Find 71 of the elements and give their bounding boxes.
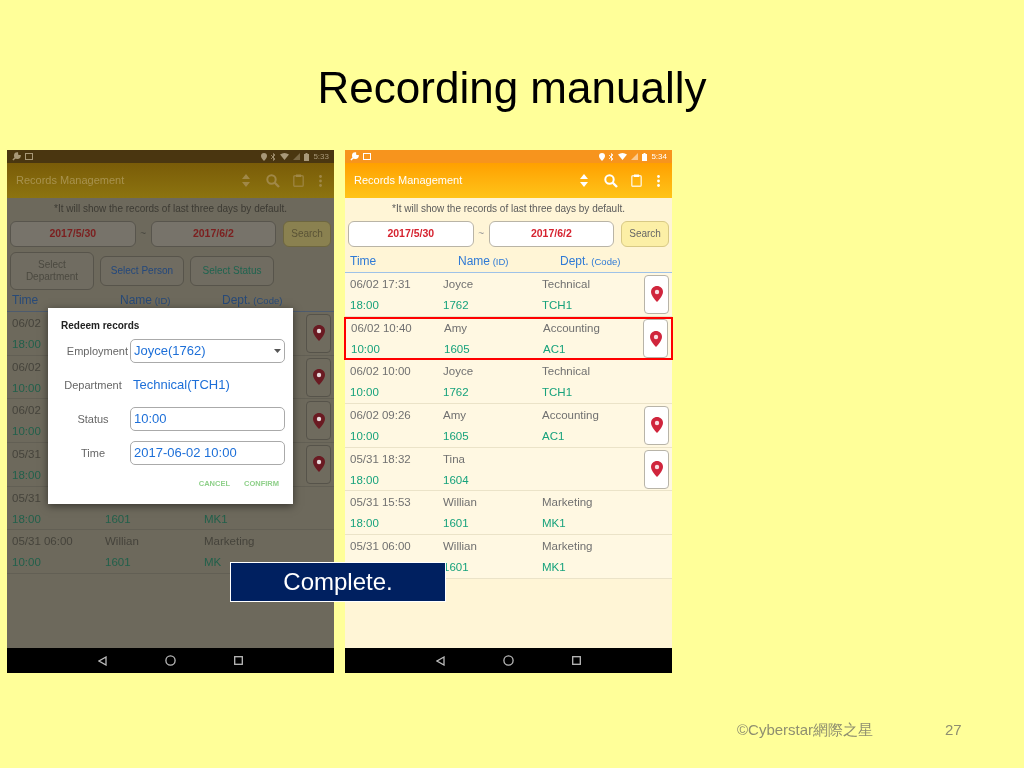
employee-name: Willian <box>443 538 477 553</box>
department-code: MK <box>204 555 222 570</box>
status-time: 10:00 <box>12 424 41 439</box>
status-time: 18:00 <box>12 511 41 526</box>
status-time: 10:00 <box>12 555 41 570</box>
employee-id: 1604 <box>443 472 469 487</box>
status-time: 10:00 <box>350 428 379 443</box>
department-code: AC1 <box>542 428 565 443</box>
app-title: Records Management <box>354 173 464 189</box>
column-header: Time <box>11 292 40 309</box>
employee-name: Joyce <box>443 276 474 291</box>
clock-text: 5:34 <box>651 152 667 161</box>
record-time: 05/31 06:00 <box>350 538 411 553</box>
status-time: 18:00 <box>350 472 379 487</box>
notice-text: *It will show the records of last three days by default. <box>391 203 626 215</box>
department-code: TCH1 <box>542 385 573 400</box>
column-header: Name (ID) <box>119 292 172 309</box>
app-title: Records Management <box>16 173 126 189</box>
department-value: Technical(TCH1) <box>132 376 231 395</box>
record-time: 06/02 09:26 <box>350 407 411 422</box>
record-time: 06/02 10:40 <box>351 321 412 336</box>
record-time: 06/02 17:31 <box>350 276 411 291</box>
department-code: MK1 <box>542 516 566 531</box>
status-time: 18:00 <box>350 516 379 531</box>
status-time: 10:00 <box>350 385 379 400</box>
status-time: 18:00 <box>12 467 41 482</box>
employee-name: Amy <box>444 321 467 336</box>
department-code: MK1 <box>204 511 228 526</box>
column-header: Name (ID) <box>457 253 510 270</box>
department-code: MK1 <box>542 559 566 574</box>
department-name: Accounting <box>543 321 600 336</box>
employee-id: 1601 <box>105 511 131 526</box>
column-header: Time <box>349 253 378 270</box>
department-name: Accounting <box>542 407 599 422</box>
status-time: 10:00 <box>12 380 41 395</box>
status-time: 18:00 <box>350 297 379 312</box>
field-label: Status <box>76 411 110 427</box>
column-header: Dept. (Code) <box>559 253 622 270</box>
employee-id: 1762 <box>443 385 469 400</box>
employee-id: 1601 <box>443 516 469 531</box>
page-number: 27 <box>945 720 962 741</box>
department-name: Marketing <box>542 538 593 553</box>
employee-id: 1605 <box>444 342 470 357</box>
employee-id: 1762 <box>443 297 469 312</box>
column-header: Dept. (Code) <box>221 292 284 309</box>
range-separator: ~ <box>477 227 485 241</box>
department-code: TCH1 <box>542 297 573 312</box>
department-name: Marketing <box>542 495 593 510</box>
employee-name: Joyce <box>443 364 474 379</box>
employee-id: 1605 <box>443 428 469 443</box>
employee-name: Willian <box>443 495 477 510</box>
department-code: AC1 <box>543 342 566 357</box>
slide-title: Recording manually <box>317 62 707 114</box>
clock-text: 5:33 <box>313 152 329 161</box>
dialog-title: Redeem records <box>60 319 141 333</box>
status-time: 18:00 <box>12 336 41 351</box>
record-time: 05/31 15:53 <box>350 495 411 510</box>
complete-toast: Complete. <box>230 562 446 602</box>
field-label: Time <box>79 445 106 461</box>
status-time: 10:00 <box>351 342 380 357</box>
field-label: Employment <box>65 343 129 359</box>
record-time: 06/02 10:00 <box>350 364 411 379</box>
employee-name: Tina <box>443 451 465 466</box>
record-time: 05/31 18:32 <box>350 451 411 466</box>
employee-name: Amy <box>443 407 466 422</box>
range-separator: ~ <box>139 227 147 241</box>
employee-id: 1601 <box>105 555 131 570</box>
department-name: Technical <box>542 276 590 291</box>
department-name: Technical <box>542 364 590 379</box>
field-label: Department <box>63 377 123 393</box>
copyright-text: ©Cyberstar網際之星 <box>737 720 875 741</box>
